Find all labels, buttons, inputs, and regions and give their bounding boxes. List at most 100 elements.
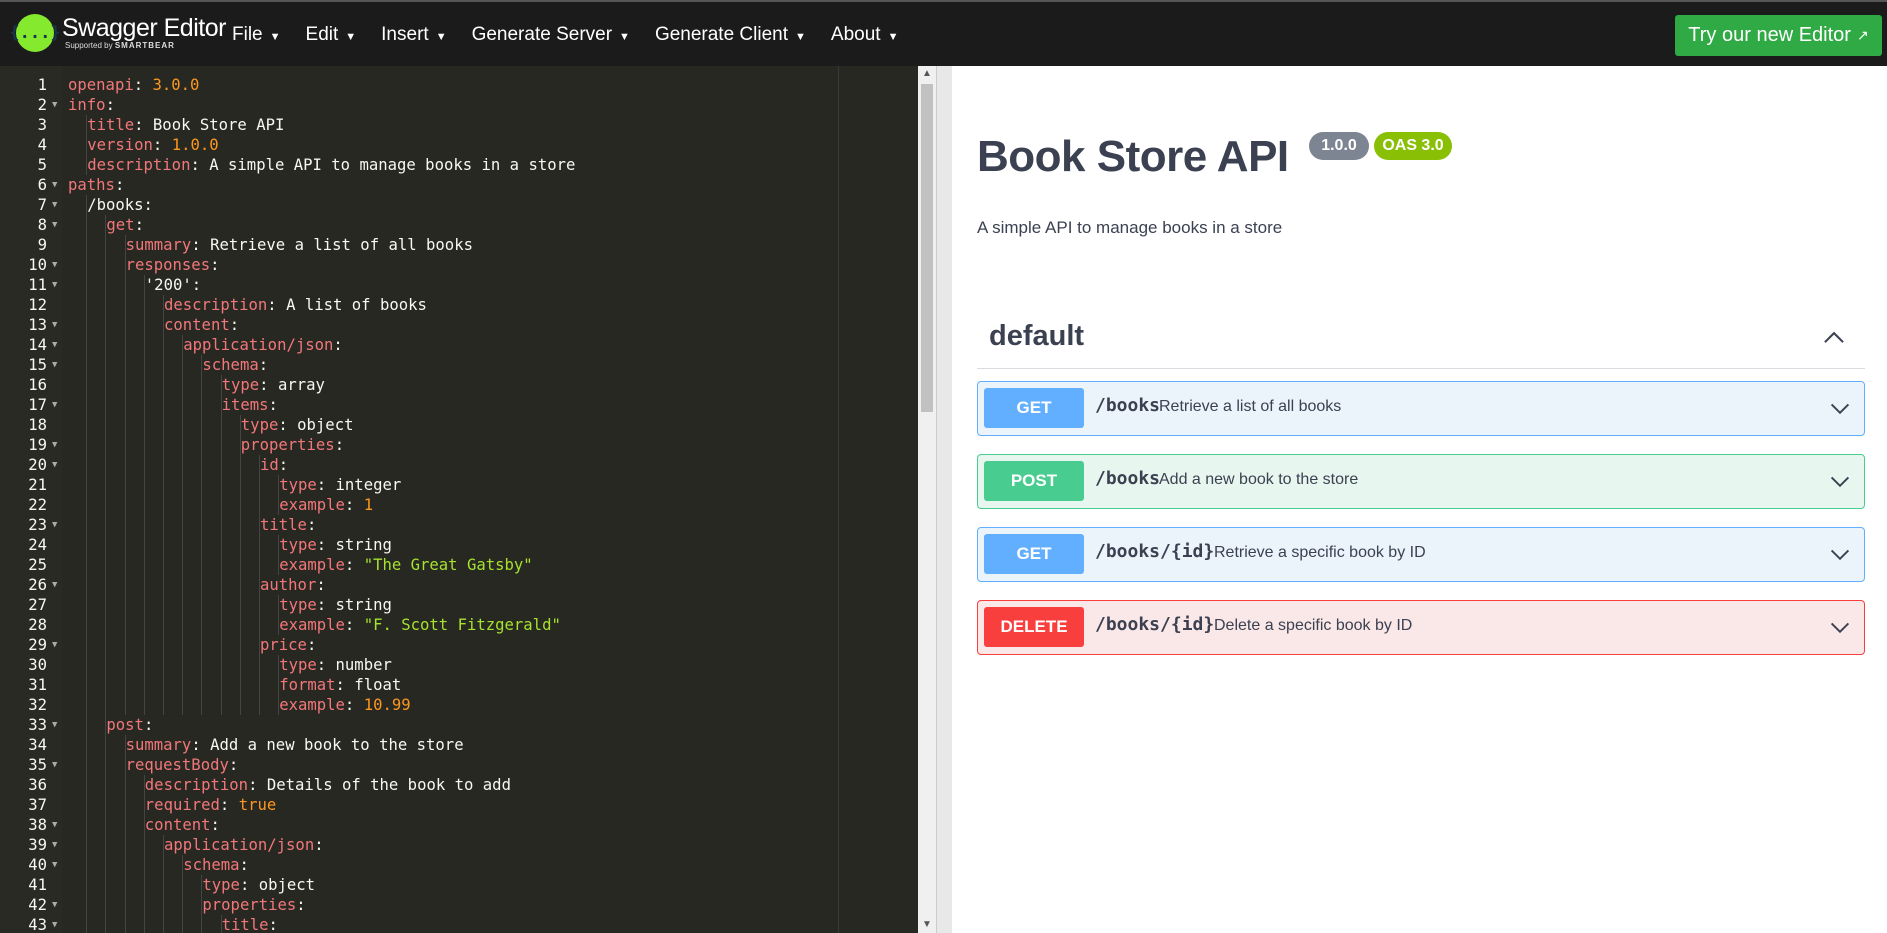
- menu-file[interactable]: File ▼: [232, 24, 281, 46]
- menu-insert[interactable]: Insert ▼: [381, 24, 446, 46]
- code-line[interactable]: 1 openapi: 3.0.0: [0, 75, 838, 95]
- code-line[interactable]: 10 ▼ responses:: [0, 255, 838, 275]
- fold-arrow-icon[interactable]: ▼: [52, 395, 57, 415]
- fold-arrow-icon[interactable]: ▼: [52, 315, 57, 335]
- code-line[interactable]: 26 ▼ author:: [0, 575, 838, 595]
- operation-post-books[interactable]: POST /books Add a new book to the store: [977, 454, 1865, 509]
- operation-get-book-by-id[interactable]: GET /books/{id} Retrieve a specific book…: [977, 527, 1865, 582]
- code-text: type: integer: [279, 476, 402, 494]
- chevron-down-icon[interactable]: [1828, 542, 1852, 566]
- indent-guide: [239, 555, 241, 575]
- code-lines[interactable]: 1 openapi: 3.0.0 2 ▼ info: 3 title: Book Store…: [0, 66, 838, 933]
- editor-scrollbar[interactable]: ▲ ▼: [918, 66, 936, 933]
- chevron-up-icon[interactable]: [1821, 324, 1847, 350]
- code-line[interactable]: 18 type: object: [0, 415, 838, 435]
- fold-arrow-icon[interactable]: ▼: [52, 515, 57, 535]
- scroll-up-icon[interactable]: ▲: [918, 66, 936, 82]
- fold-arrow-icon[interactable]: ▼: [52, 195, 57, 215]
- operation-get-books[interactable]: GET /books Retrieve a list of all books: [977, 381, 1865, 436]
- code-line[interactable]: 13 ▼ content:: [0, 315, 838, 335]
- fold-arrow-icon[interactable]: ▼: [52, 575, 57, 595]
- code-line[interactable]: 19 ▼ properties:: [0, 435, 838, 455]
- fold-arrow-icon[interactable]: ▼: [52, 335, 57, 355]
- code-line[interactable]: 12 description: A list of books: [0, 295, 838, 315]
- indent-guide: [124, 455, 126, 475]
- fold-arrow-icon[interactable]: ▼: [52, 455, 57, 475]
- chevron-down-icon[interactable]: [1828, 469, 1852, 493]
- code-line[interactable]: 32 example: 10.99: [0, 695, 838, 715]
- fold-arrow-icon[interactable]: ▼: [52, 835, 57, 855]
- caret-down-icon: ▼: [435, 30, 447, 43]
- code-line[interactable]: 22 example: 1: [0, 495, 838, 515]
- fold-arrow-icon[interactable]: ▼: [52, 635, 57, 655]
- indent-guide: [259, 615, 260, 635]
- fold-arrow-icon[interactable]: ▼: [52, 175, 57, 195]
- scroll-down-icon[interactable]: ▼: [918, 917, 936, 933]
- chevron-down-icon[interactable]: [1828, 396, 1852, 420]
- code-line[interactable]: 27 type: string: [0, 595, 838, 615]
- code-line[interactable]: 3 title: Book Store API: [0, 115, 838, 135]
- code-line[interactable]: 34 summary: Add a new book to the store: [0, 735, 838, 755]
- fold-arrow-icon[interactable]: ▼: [52, 855, 57, 875]
- code-line[interactable]: 35 ▼ requestBody:: [0, 755, 838, 775]
- code-line[interactable]: 6 ▼ paths:: [0, 175, 838, 195]
- code-line[interactable]: 41 type: object: [0, 875, 838, 895]
- code-line[interactable]: 5 description: A simple API to manage boo…: [0, 155, 838, 175]
- indent-guide: [124, 675, 126, 695]
- code-line[interactable]: 43 ▼ title:: [0, 915, 838, 933]
- code-line[interactable]: 7 ▼ /books:: [0, 195, 838, 215]
- code-line[interactable]: 21 type: integer: [0, 475, 838, 495]
- code-line[interactable]: 42 ▼ properties:: [0, 895, 838, 915]
- code-line[interactable]: 33 ▼ post:: [0, 715, 838, 735]
- menu-about[interactable]: About ▼: [831, 24, 899, 46]
- code-line[interactable]: 28 example: "F. Scott Fitzgerald": [0, 615, 838, 635]
- code-line[interactable]: 38 ▼ content:: [0, 815, 838, 835]
- fold-arrow-icon[interactable]: ▼: [52, 815, 57, 835]
- chevron-down-icon[interactable]: [1828, 615, 1852, 639]
- pane-divider[interactable]: [936, 66, 952, 933]
- code-line[interactable]: 36 description: Details of the book to ad…: [0, 775, 838, 795]
- code-line[interactable]: 15 ▼ schema:: [0, 355, 838, 375]
- fold-arrow-icon[interactable]: ▼: [52, 355, 57, 375]
- tag-section-header[interactable]: default: [977, 312, 1865, 369]
- line-number: 32: [28, 696, 47, 714]
- code-line[interactable]: 39 ▼ application/json:: [0, 835, 838, 855]
- code-line[interactable]: 40 ▼ schema:: [0, 855, 838, 875]
- scrollbar-thumb[interactable]: [921, 84, 933, 412]
- code-line[interactable]: 29 ▼ price:: [0, 635, 838, 655]
- fold-arrow-icon[interactable]: ▼: [52, 715, 57, 735]
- fold-arrow-icon[interactable]: ▼: [52, 215, 57, 235]
- code-line[interactable]: 8 ▼ get:: [0, 215, 838, 235]
- code-line[interactable]: 9 summary: Retrieve a list of all books: [0, 235, 838, 255]
- code-line[interactable]: 25 example: "The Great Gatsby": [0, 555, 838, 575]
- swagger-logo[interactable]: {...} Swagger Editor Supported by SMARTB…: [9, 14, 226, 52]
- fold-arrow-icon[interactable]: ▼: [52, 255, 57, 275]
- try-new-editor-button[interactable]: Try our new Editor ↗: [1675, 15, 1882, 56]
- indent-guide: [143, 395, 145, 415]
- code-line[interactable]: 4 version: 1.0.0: [0, 135, 838, 155]
- code-line[interactable]: 37 required: true: [0, 795, 838, 815]
- code-line[interactable]: 31 format: float: [0, 675, 838, 695]
- code-line[interactable]: 2 ▼ info:: [0, 95, 838, 115]
- operation-delete-book-by-id[interactable]: DELETE /books/{id} Delete a specific boo…: [977, 600, 1865, 655]
- fold-arrow-icon[interactable]: ▼: [52, 915, 57, 933]
- fold-arrow-icon[interactable]: ▼: [52, 95, 57, 115]
- code-line[interactable]: 24 type: string: [0, 535, 838, 555]
- indent-guide: [86, 335, 88, 355]
- fold-arrow-icon[interactable]: ▼: [52, 755, 57, 775]
- code-editor[interactable]: 1 openapi: 3.0.0 2 ▼ info: 3 title: Book Store…: [0, 66, 918, 933]
- fold-arrow-icon[interactable]: ▼: [52, 435, 57, 455]
- code-line[interactable]: 11 ▼ '200':: [0, 275, 838, 295]
- indent-guide: [220, 615, 222, 635]
- menu-generate-client[interactable]: Generate Client ▼: [655, 24, 806, 46]
- fold-arrow-icon[interactable]: ▼: [52, 895, 57, 915]
- menu-edit[interactable]: Edit ▼: [306, 24, 357, 46]
- code-line[interactable]: 30 type: number: [0, 655, 838, 675]
- code-line[interactable]: 14 ▼ application/json:: [0, 335, 838, 355]
- code-line[interactable]: 20 ▼ id:: [0, 455, 838, 475]
- code-line[interactable]: 16 type: array: [0, 375, 838, 395]
- fold-arrow-icon[interactable]: ▼: [52, 275, 57, 295]
- code-line[interactable]: 17 ▼ items:: [0, 395, 838, 415]
- menu-generate-server[interactable]: Generate Server ▼: [472, 24, 630, 46]
- code-line[interactable]: 23 ▼ title:: [0, 515, 838, 535]
